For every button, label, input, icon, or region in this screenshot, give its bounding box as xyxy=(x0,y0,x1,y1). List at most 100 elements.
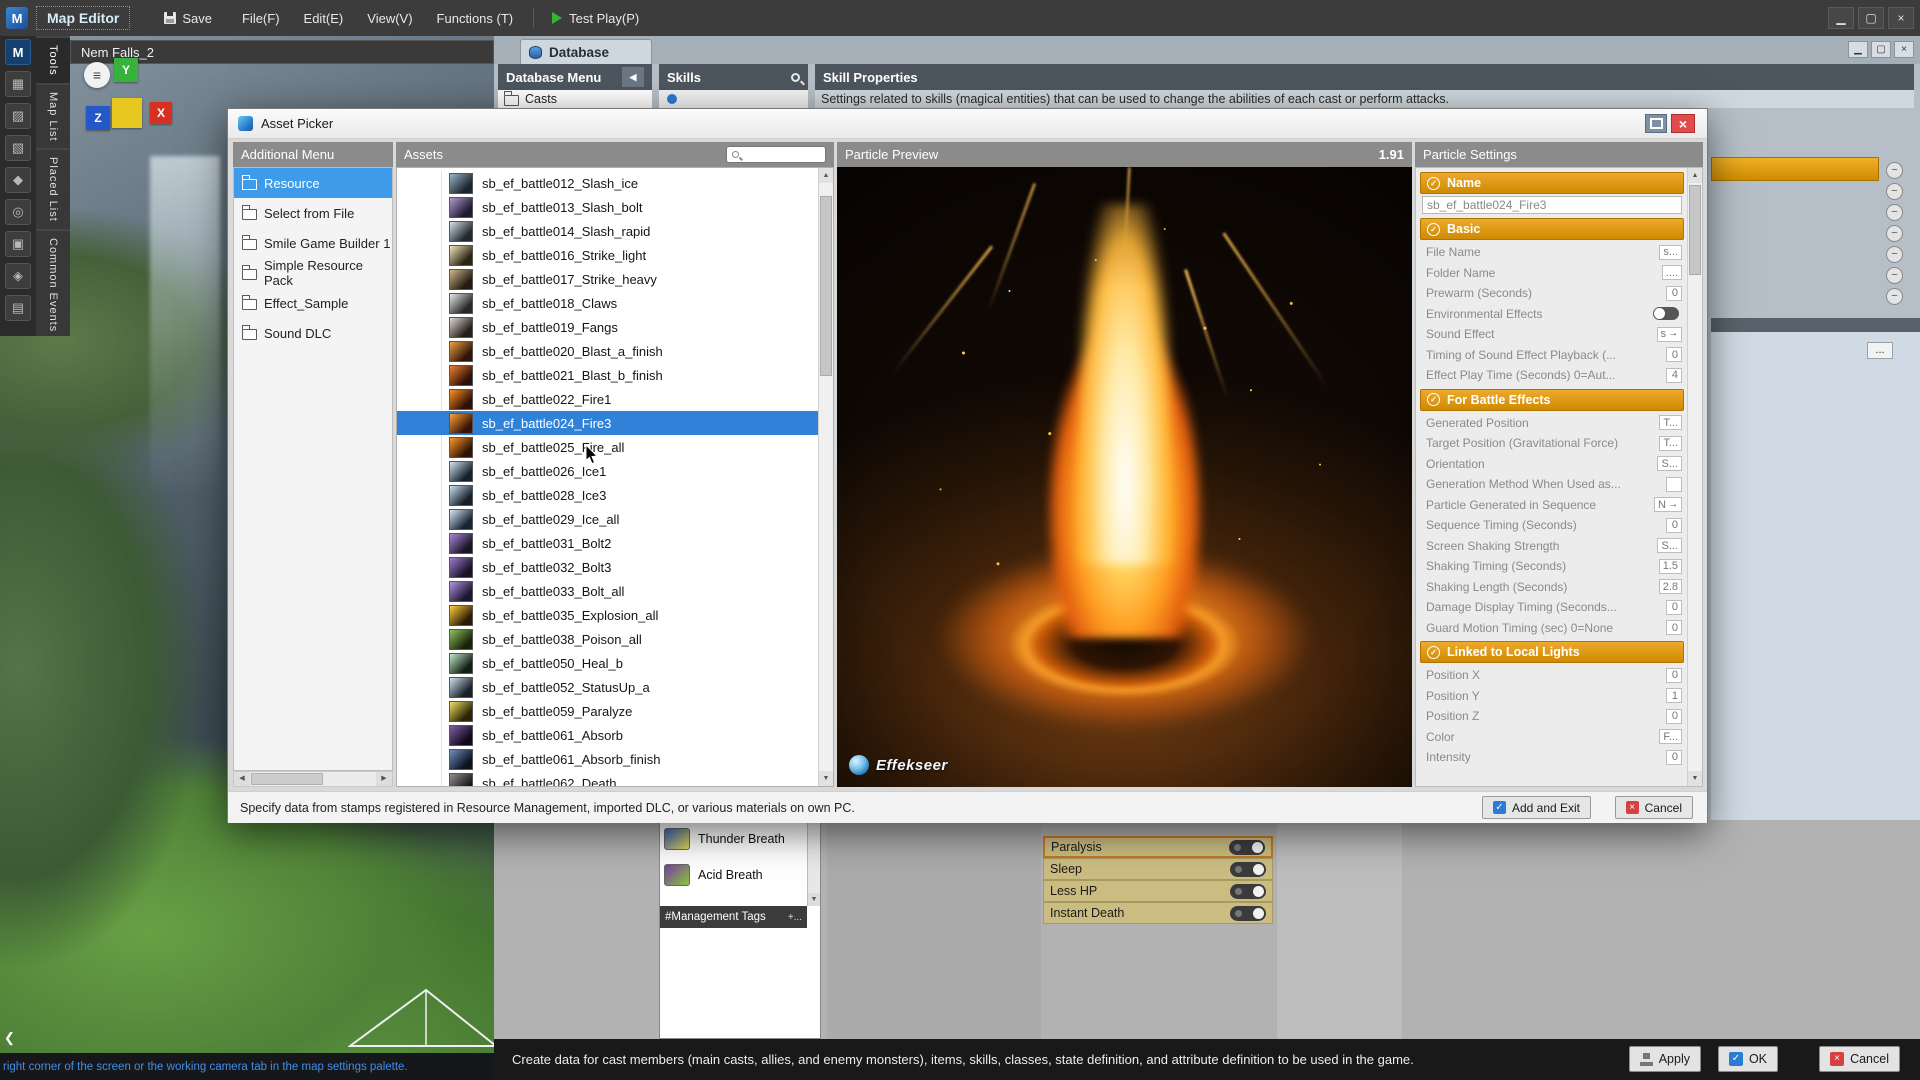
setting-value[interactable]: 4 xyxy=(1666,368,1682,383)
db-maximize-icon[interactable]: ▢ xyxy=(1871,41,1891,58)
asset-row[interactable]: sb_ef_battle029_Ice_all xyxy=(397,507,818,531)
asset-row[interactable]: sb_ef_battle061_Absorb_finish xyxy=(397,747,818,771)
scroll-down-icon[interactable]: ▼ xyxy=(1688,771,1702,786)
remove-item-button[interactable]: − xyxy=(1886,246,1903,263)
side-tab-common-events[interactable]: Common Events xyxy=(36,231,70,336)
asset-row[interactable]: sb_ef_battle024_Fire3 xyxy=(397,411,818,435)
status-row[interactable]: Sleep xyxy=(1043,858,1273,880)
setting-value[interactable]: S... xyxy=(1657,538,1682,553)
fill-tool-icon[interactable]: ▧ xyxy=(5,135,31,161)
asset-row[interactable]: sb_ef_battle059_Paralyze xyxy=(397,699,818,723)
menu-file[interactable]: File(F) xyxy=(230,7,292,30)
asset-row[interactable]: sb_ef_battle050_Heal_b xyxy=(397,651,818,675)
particle-preview-canvas[interactable]: Effekseer xyxy=(837,167,1412,787)
settings-section-header[interactable]: ✓Name xyxy=(1420,172,1684,194)
setting-value[interactable]: 1.5 xyxy=(1659,559,1682,574)
hscroll-thumb[interactable] xyxy=(251,773,323,785)
database-menu-item-casts[interactable]: Casts xyxy=(498,90,652,108)
gizmo-center-cube[interactable] xyxy=(112,98,142,128)
status-row[interactable]: Less HP xyxy=(1043,880,1273,902)
setting-value[interactable]: 0 xyxy=(1666,347,1682,362)
remove-item-button[interactable]: − xyxy=(1886,204,1903,221)
menu-item[interactable]: Sound DLC xyxy=(234,318,392,348)
setting-value[interactable]: .... xyxy=(1662,265,1682,280)
settings-section-header[interactable]: ✓Linked to Local Lights xyxy=(1420,641,1684,663)
browse-button[interactable]: ... xyxy=(1867,342,1893,359)
asset-row[interactable]: sb_ef_battle022_Fire1 xyxy=(397,387,818,411)
asset-row[interactable]: sb_ef_battle032_Bolt3 xyxy=(397,555,818,579)
side-tab-map-list[interactable]: Map List xyxy=(36,85,70,149)
setting-value[interactable]: 0 xyxy=(1666,620,1682,635)
asset-row[interactable]: sb_ef_battle018_Claws xyxy=(397,291,818,315)
setting-value[interactable]: 0 xyxy=(1666,286,1682,301)
asset-row[interactable]: sb_ef_battle061_Absorb xyxy=(397,723,818,747)
gizmo-z-axis[interactable]: Z xyxy=(86,106,110,130)
logo-icon[interactable]: M xyxy=(5,39,31,65)
dialog-cancel-button[interactable]: × Cancel xyxy=(1615,796,1693,819)
status-row[interactable]: Paralysis xyxy=(1043,836,1273,858)
settings-scrollbar[interactable]: ▲ ▼ xyxy=(1687,168,1702,786)
save-button[interactable]: Save xyxy=(154,7,222,30)
side-tab-tools[interactable]: Tools xyxy=(36,38,70,83)
remove-item-button[interactable]: − xyxy=(1886,288,1903,305)
asset-name-field[interactable]: sb_ef_battle024_Fire3 xyxy=(1422,196,1682,214)
menu-item[interactable]: Select from File xyxy=(234,198,392,228)
toggle-switch[interactable] xyxy=(1230,862,1266,877)
remove-item-button[interactable]: − xyxy=(1886,267,1903,284)
setting-value[interactable]: 0 xyxy=(1666,709,1682,724)
asset-row[interactable]: sb_ef_battle012_Slash_ice xyxy=(397,171,818,195)
shape-tool-icon[interactable]: ◆ xyxy=(5,167,31,193)
setting-value[interactable]: s... xyxy=(1659,245,1682,260)
dialog-titlebar[interactable]: Asset Picker × xyxy=(228,109,1707,139)
skills-scrollbar[interactable]: ▼ xyxy=(807,821,820,906)
setting-value[interactable]: T... xyxy=(1659,436,1682,451)
setting-value[interactable]: N→ xyxy=(1654,497,1682,512)
asset-row[interactable]: sb_ef_battle013_Slash_bolt xyxy=(397,195,818,219)
setting-value[interactable]: s→ xyxy=(1657,327,1683,342)
tab-database[interactable]: Database xyxy=(520,39,652,64)
asset-row[interactable]: sb_ef_battle033_Bolt_all xyxy=(397,579,818,603)
management-tags-bar[interactable]: #Management Tags +... xyxy=(660,906,807,928)
maximize-icon[interactable]: ▢ xyxy=(1858,7,1884,29)
scroll-left-icon[interactable]: ❮ xyxy=(4,1030,15,1046)
remove-item-button[interactable]: − xyxy=(1886,225,1903,242)
menu-view[interactable]: View(V) xyxy=(355,7,424,30)
dialog-close-icon[interactable]: × xyxy=(1671,114,1695,133)
asset-row[interactable]: sb_ef_battle019_Fangs xyxy=(397,315,818,339)
asset-row[interactable]: sb_ef_battle020_Blast_a_finish xyxy=(397,339,818,363)
setting-value[interactable] xyxy=(1666,477,1682,492)
db-minimize-icon[interactable]: ▁ xyxy=(1848,41,1868,58)
assets-scrollbar[interactable]: ▲ ▼ xyxy=(818,168,833,786)
asset-row[interactable]: sb_ef_battle017_Strike_heavy xyxy=(397,267,818,291)
circle-tool-icon[interactable]: ◎ xyxy=(5,199,31,225)
minimize-icon[interactable]: ▁ xyxy=(1828,7,1854,29)
menu-item[interactable]: Effect_Sample xyxy=(234,288,392,318)
scroll-right-icon[interactable]: ▶ xyxy=(376,772,392,786)
gizmo-x-axis[interactable]: X xyxy=(150,102,172,124)
setting-value[interactable]: 0 xyxy=(1666,668,1682,683)
menu-item[interactable]: Smile Game Builder 1 xyxy=(234,228,392,258)
setting-value[interactable]: F... xyxy=(1659,729,1682,744)
test-play-button[interactable]: Test Play(P) xyxy=(542,7,649,30)
setting-value[interactable]: 2.8 xyxy=(1659,579,1682,594)
side-tab-placed-list[interactable]: Placed List xyxy=(36,150,70,229)
orientation-gizmo[interactable]: ≡ Y Z X xyxy=(84,58,214,168)
asset-row[interactable]: sb_ef_battle026_Ice1 xyxy=(397,459,818,483)
asset-row[interactable]: sb_ef_battle014_Slash_rapid xyxy=(397,219,818,243)
asset-row[interactable]: sb_ef_battle016_Strike_light xyxy=(397,243,818,267)
asset-row[interactable]: sb_ef_battle035_Explosion_all xyxy=(397,603,818,627)
asset-row[interactable]: sb_ef_battle021_Blast_b_finish xyxy=(397,363,818,387)
remove-item-button[interactable]: − xyxy=(1886,183,1903,200)
db-close-icon[interactable]: × xyxy=(1894,41,1914,58)
settings-section-header[interactable]: ✓For Battle Effects xyxy=(1420,389,1684,411)
add-and-exit-button[interactable]: ✓ Add and Exit xyxy=(1482,796,1591,819)
setting-value[interactable]: S... xyxy=(1657,456,1682,471)
toggle-switch[interactable] xyxy=(1229,840,1265,855)
asset-row[interactable]: sb_ef_battle038_Poison_all xyxy=(397,627,818,651)
skill-list-item[interactable]: Thunder Breath xyxy=(660,821,820,857)
scroll-down-icon[interactable]: ▼ xyxy=(819,771,833,786)
menu-item[interactable]: Simple Resource Pack xyxy=(234,258,392,288)
scroll-up-icon[interactable]: ▲ xyxy=(819,168,833,183)
apply-button[interactable]: Apply xyxy=(1629,1046,1701,1072)
asset-row[interactable]: sb_ef_battle031_Bolt2 xyxy=(397,531,818,555)
